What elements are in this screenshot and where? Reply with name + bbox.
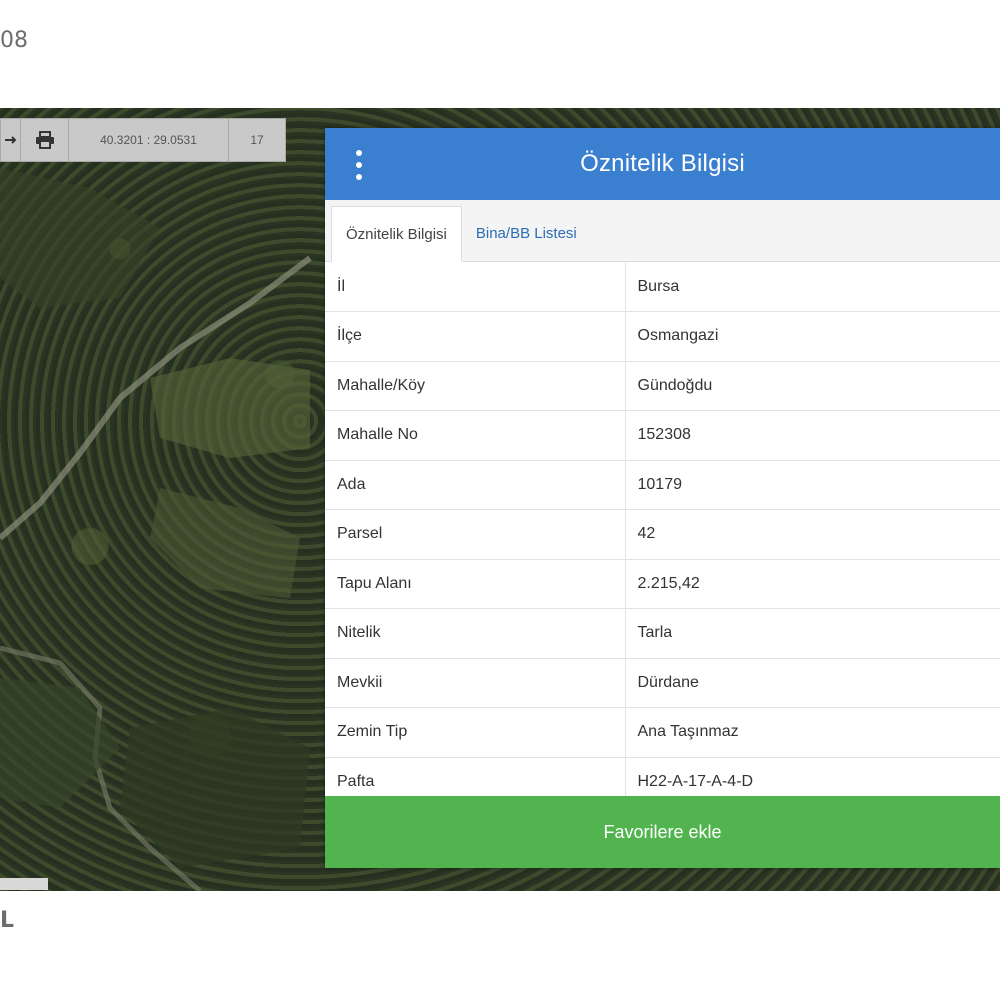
row-value: 152308 [625, 410, 1000, 461]
row-key: Mahalle/Köy [325, 361, 626, 411]
table-row: Pafta H22-A-17-A-4-D [325, 757, 1000, 796]
attribute-panel: Öznitelik Bilgisi Öznitelik Bilgisi Bina… [325, 128, 1000, 868]
row-key: İlçe [325, 311, 626, 362]
row-key: Nitelik [325, 608, 626, 659]
attribute-table: İl Bursa İlçe Osmangazi Mahalle/Köy Gündoğd… [325, 262, 1000, 796]
panel-tabs: Öznitelik Bilgisi Bina/BB Listesi [325, 200, 1000, 262]
row-value: Gündoğdu [625, 361, 1000, 411]
print-icon [35, 131, 54, 149]
tab-attribute-info[interactable]: Öznitelik Bilgisi [331, 206, 462, 262]
table-row: Tapu Alanı 2.215,42 [325, 559, 1000, 609]
table-row: Mahalle No 152308 [325, 410, 1000, 461]
vertical-dots-icon[interactable] [349, 150, 369, 180]
print-button[interactable] [21, 119, 69, 161]
bottom-label: L [0, 908, 15, 933]
table-row: Mahalle/Köy Gündoğdu [325, 361, 1000, 411]
add-to-favorites-button[interactable]: Favorilere ekle [325, 796, 1000, 868]
table-row: İl Bursa [325, 262, 1000, 312]
row-value: Osmangazi [625, 311, 1000, 362]
row-value: Ana Taşınmaz [625, 707, 1000, 758]
table-row: Zemin Tip Ana Taşınmaz [325, 707, 1000, 758]
table-row: İlçe Osmangazi [325, 311, 1000, 362]
row-key: Parsel [325, 509, 626, 560]
row-value: Bursa [625, 262, 1000, 312]
row-value: 42 [625, 509, 1000, 560]
map-scale-bar [0, 878, 48, 890]
row-key: Tapu Alanı [325, 559, 626, 609]
table-row: Ada 10179 [325, 460, 1000, 510]
row-key: İl [325, 262, 626, 312]
row-value: Tarla [625, 608, 1000, 659]
table-row: Nitelik Tarla [325, 608, 1000, 659]
table-row: Parsel 42 [325, 509, 1000, 560]
row-key: Mevkii [325, 658, 626, 708]
row-key: Pafta [325, 757, 626, 796]
row-key: Ada [325, 460, 626, 510]
row-value: 10179 [625, 460, 1000, 510]
top-label: 08 [0, 28, 28, 53]
row-key: Zemin Tip [325, 707, 626, 758]
zoom-level: 17 [250, 133, 264, 147]
row-key: Mahalle No [325, 410, 626, 461]
row-value: H22-A-17-A-4-D [625, 757, 1000, 796]
panel-header: Öznitelik Bilgisi [325, 128, 1000, 200]
panel-title: Öznitelik Bilgisi [580, 150, 745, 177]
coordinates-readout: 40.3201 : 29.0531 [69, 119, 229, 161]
row-value: 2.215,42 [625, 559, 1000, 609]
arrow-icon[interactable] [1, 119, 21, 161]
tab-building-list[interactable]: Bina/BB Listesi [462, 205, 591, 261]
row-value: Dürdane [625, 658, 1000, 708]
map-toolbar: 40.3201 : 29.0531 17 [0, 118, 286, 162]
table-row: Mevkii Dürdane [325, 658, 1000, 708]
attribute-table-scroll[interactable]: İl Bursa İlçe Osmangazi Mahalle/Köy Gündoğd… [325, 262, 1000, 796]
